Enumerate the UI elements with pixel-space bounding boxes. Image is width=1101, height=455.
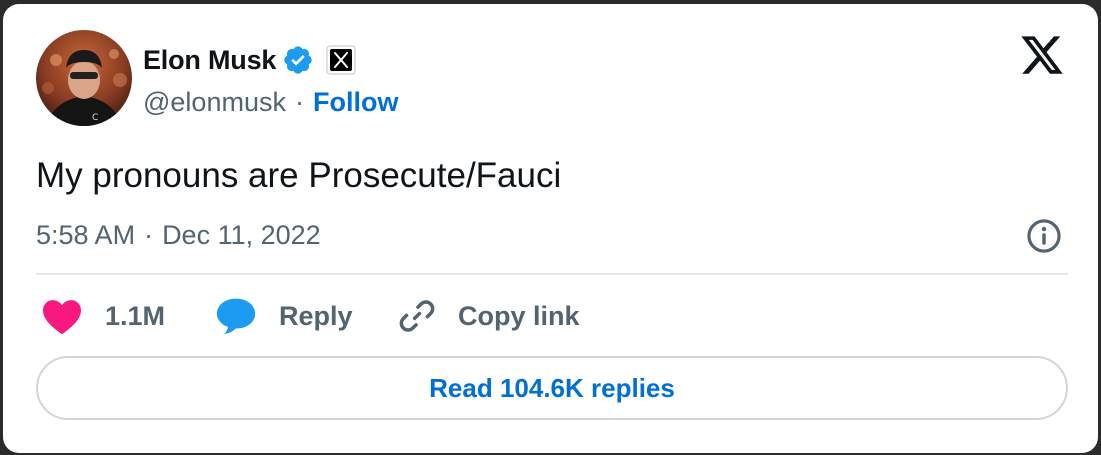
reply-label: Reply [279, 300, 353, 331]
tweet-timestamp[interactable]: 5:58 AM · Dec 11, 2022 [36, 215, 321, 255]
x-logo-icon[interactable] [1019, 32, 1065, 78]
speech-bubble-icon [215, 296, 257, 336]
divider [36, 273, 1068, 275]
like-count: 1.1M [105, 300, 166, 331]
like-button[interactable]: 1.1M [41, 294, 165, 338]
reply-button[interactable]: Reply [215, 294, 353, 338]
svg-text:C: C [92, 113, 98, 123]
read-replies-button[interactable]: Read 104.6K replies [36, 356, 1068, 420]
tweet-time: 5:58 AM [36, 219, 136, 250]
author-handle[interactable]: @elonmusk [143, 87, 286, 118]
read-replies-label: Read 104.6K replies [429, 372, 675, 403]
follow-link[interactable]: Follow [313, 87, 398, 118]
author-name-row: Elon Musk [143, 40, 356, 80]
info-icon[interactable] [1025, 217, 1063, 255]
copy-link-label: Copy link [458, 300, 580, 331]
link-icon [398, 297, 436, 335]
copy-link-button[interactable]: Copy link [398, 294, 580, 338]
tweet-text: My pronouns are Prosecute/Fauci [36, 156, 562, 195]
heart-icon [41, 297, 83, 335]
author-handle-row: @elonmusk · Follow [143, 82, 398, 122]
tweet-date: Dec 11, 2022 [162, 219, 321, 250]
avatar[interactable]: C [36, 30, 132, 126]
author-name[interactable]: Elon Musk [143, 45, 276, 76]
x-affiliate-badge-icon [326, 45, 356, 75]
verified-badge-icon [282, 44, 314, 76]
timestamp-separator: · [144, 219, 154, 250]
tweet-embed-card: C Elon Musk @elonmusk · Follow My pronou… [3, 4, 1098, 453]
handle-separator: · [294, 86, 304, 117]
